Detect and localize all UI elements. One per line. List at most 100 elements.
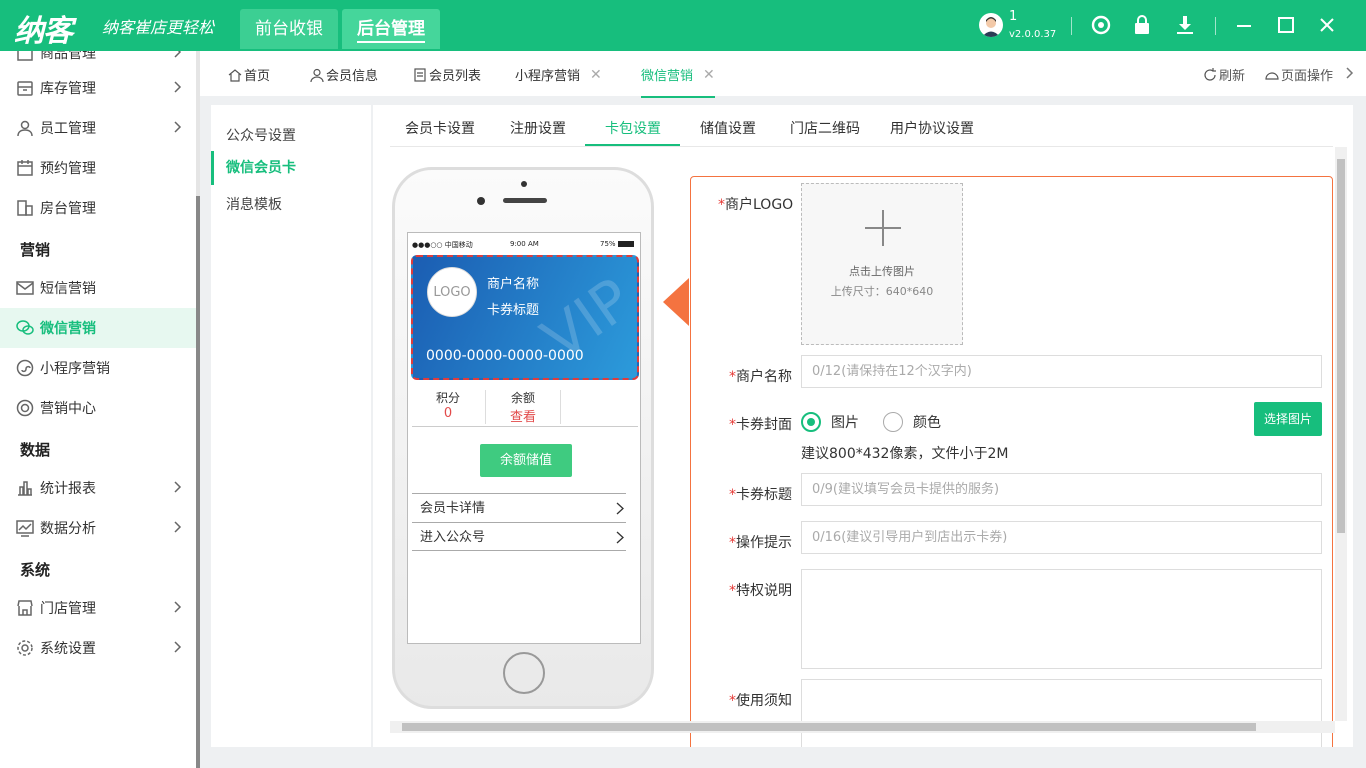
avatar-icon (982, 17, 1000, 37)
divider (485, 390, 486, 424)
maximize-icon[interactable] (1275, 14, 1297, 36)
label-text: 商户名称 (736, 369, 792, 385)
tab-user-agreement[interactable]: 用户协议设置 (890, 118, 974, 138)
divider (390, 146, 1333, 147)
required-mark: * (718, 197, 725, 213)
calendar-icon (17, 160, 33, 176)
subnav-message-template[interactable]: 消息模板 (211, 194, 371, 214)
cover-option-color[interactable]: 颜色 (883, 412, 941, 432)
download-icon[interactable] (1174, 14, 1196, 36)
scrollbar-thumb[interactable] (402, 723, 1256, 731)
group-system: 系统 (20, 561, 51, 579)
sidebar-item-miniprogram[interactable]: 小程序营销 (0, 348, 196, 388)
vertical-scrollbar[interactable] (1335, 147, 1347, 721)
radio-checked-icon (801, 412, 821, 432)
required-mark: * (729, 535, 736, 551)
tab-member-list[interactable]: 会员列表 (413, 65, 481, 84)
subnav-member-card[interactable]: 微信会员卡 (211, 151, 371, 185)
sidebar-item-booking[interactable]: 预约管理 (0, 148, 196, 188)
merchant-name-input[interactable]: 0/12(请保持在12个汉字内) (801, 355, 1322, 388)
scrollbar-thumb[interactable] (1337, 159, 1345, 533)
sidebar-item-inventory[interactable]: 库存管理 (0, 68, 196, 108)
tab-label: 微信营销 (641, 69, 694, 84)
sidebar-item-reports[interactable]: 统计报表 (0, 468, 196, 508)
sidebar-item-staff[interactable]: 员工管理 (0, 108, 196, 148)
mode-tab-cashier[interactable]: 前台收银 (240, 9, 338, 49)
card-detail-row[interactable]: 会员卡详情 (412, 493, 626, 522)
sidebar-item-wechat[interactable]: 微信营销 (0, 308, 196, 348)
divider (1215, 17, 1216, 35)
group-marketing: 营销 (20, 241, 51, 259)
tab-register-settings[interactable]: 注册设置 (510, 118, 566, 138)
tab-card-package-settings[interactable]: 卡包设置 (605, 118, 661, 138)
card-title: 卡券标题 (487, 303, 540, 318)
balance-value[interactable]: 查看 (487, 406, 559, 425)
phone-preview: ●●●○○ 中国移动 9:00 AM 75% VIP LOGO 商户名称 卡券标… (392, 167, 654, 709)
official-account-row[interactable]: 进入公众号 (412, 522, 626, 551)
required-mark: * (729, 417, 736, 433)
minimize-icon[interactable] (1233, 14, 1255, 36)
tab-home[interactable]: 首页 (228, 65, 270, 84)
row-label: 会员卡详情 (420, 501, 486, 516)
tab-member-info[interactable]: 会员信息 (310, 65, 378, 84)
label-text: 卡券标题 (736, 487, 792, 503)
sidebar-item-label: 库存管理 (40, 81, 96, 97)
select-image-button[interactable]: 选择图片 (1254, 402, 1322, 436)
tab-close-icon[interactable]: ✕ (703, 67, 715, 83)
sidebar-scrollbar[interactable] (196, 51, 200, 768)
points-balance-row: 积分 0 余额 查看 (412, 385, 638, 427)
balance-cell: 余额 查看 (487, 389, 559, 425)
radio-label: 图片 (831, 415, 859, 431)
mode-tab-admin[interactable]: 后台管理 (342, 9, 440, 49)
chevron-right-icon (174, 601, 182, 613)
sidebar-item-sms[interactable]: 短信营销 (0, 268, 196, 308)
user-avatar[interactable] (979, 13, 1003, 37)
sidebar-item-settings[interactable]: 系统设置 (0, 628, 196, 668)
close-icon[interactable] (1316, 14, 1338, 36)
card-title-input[interactable]: 0/9(建议填写会员卡提供的服务) (801, 473, 1322, 506)
chevron-right-icon[interactable] (1346, 67, 1354, 79)
page-ops-label: 页面操作 (1281, 69, 1334, 84)
scrollbar-thumb[interactable] (196, 196, 200, 768)
app-logo: 纳客 (14, 14, 73, 49)
support-icon[interactable] (1090, 14, 1112, 36)
sidebar-item-label: 微信营销 (40, 321, 96, 337)
member-card-preview[interactable]: VIP LOGO 商户名称 卡券标题 0000-0000-0000-0000 (411, 255, 639, 380)
operation-tip-input[interactable]: 0/16(建议引导用户到店出示卡券) (801, 521, 1322, 554)
tab-card-settings[interactable]: 会员卡设置 (405, 118, 475, 138)
card-settings-form: *商户LOGO 点击上传图片 上传尺寸：640*640 *商户名称 0/12(请… (690, 176, 1333, 747)
home-icon (228, 68, 242, 82)
chevron-right-icon (174, 641, 182, 653)
radio-label: 颜色 (913, 415, 941, 431)
tab-miniprogram[interactable]: 小程序营销 ✕ (515, 65, 602, 85)
plus-icon (865, 210, 901, 246)
sidebar-item-label: 短信营销 (40, 281, 96, 297)
tab-close-icon[interactable]: ✕ (590, 67, 602, 83)
subnav-official-account[interactable]: 公众号设置 (211, 125, 371, 145)
points-cell: 积分 0 (412, 389, 484, 421)
tab-wechat[interactable]: 微信营销 ✕ (641, 65, 715, 98)
tab-store-qrcode[interactable]: 门店二维码 (790, 118, 860, 138)
cover-option-image[interactable]: 图片 (801, 412, 859, 432)
usage-notice-textarea[interactable] (801, 679, 1322, 747)
battery-text: 75% (600, 240, 616, 248)
cover-hint: 建议800*432像素，文件小于2M (801, 446, 1009, 462)
privilege-textarea[interactable] (801, 569, 1322, 669)
upload-text: 点击上传图片 (849, 265, 915, 278)
sidebar-item-analysis[interactable]: 数据分析 (0, 508, 196, 548)
recharge-button[interactable]: 余额储值 (480, 444, 572, 477)
sidebar-item-label: 营销中心 (40, 401, 96, 417)
sidebar-item-store[interactable]: 门店管理 (0, 588, 196, 628)
refresh-button[interactable]: 刷新 (1203, 65, 1245, 84)
sidebar-item-room[interactable]: 房台管理 (0, 188, 196, 228)
sidebar-item-marketing-center[interactable]: 营销中心 (0, 388, 196, 428)
phone-speaker (503, 198, 547, 203)
sidebar-item-label: 数据分析 (40, 521, 96, 537)
page-ops-button[interactable]: 页面操作 (1265, 65, 1333, 84)
horizontal-scrollbar[interactable] (390, 721, 1335, 733)
logo-upload[interactable]: 点击上传图片 上传尺寸：640*640 (801, 183, 963, 345)
label-text: 操作提示 (736, 535, 792, 551)
lock-icon[interactable] (1131, 14, 1153, 36)
user-name: 1 (1009, 9, 1018, 24)
tab-stored-value-settings[interactable]: 储值设置 (700, 118, 756, 138)
